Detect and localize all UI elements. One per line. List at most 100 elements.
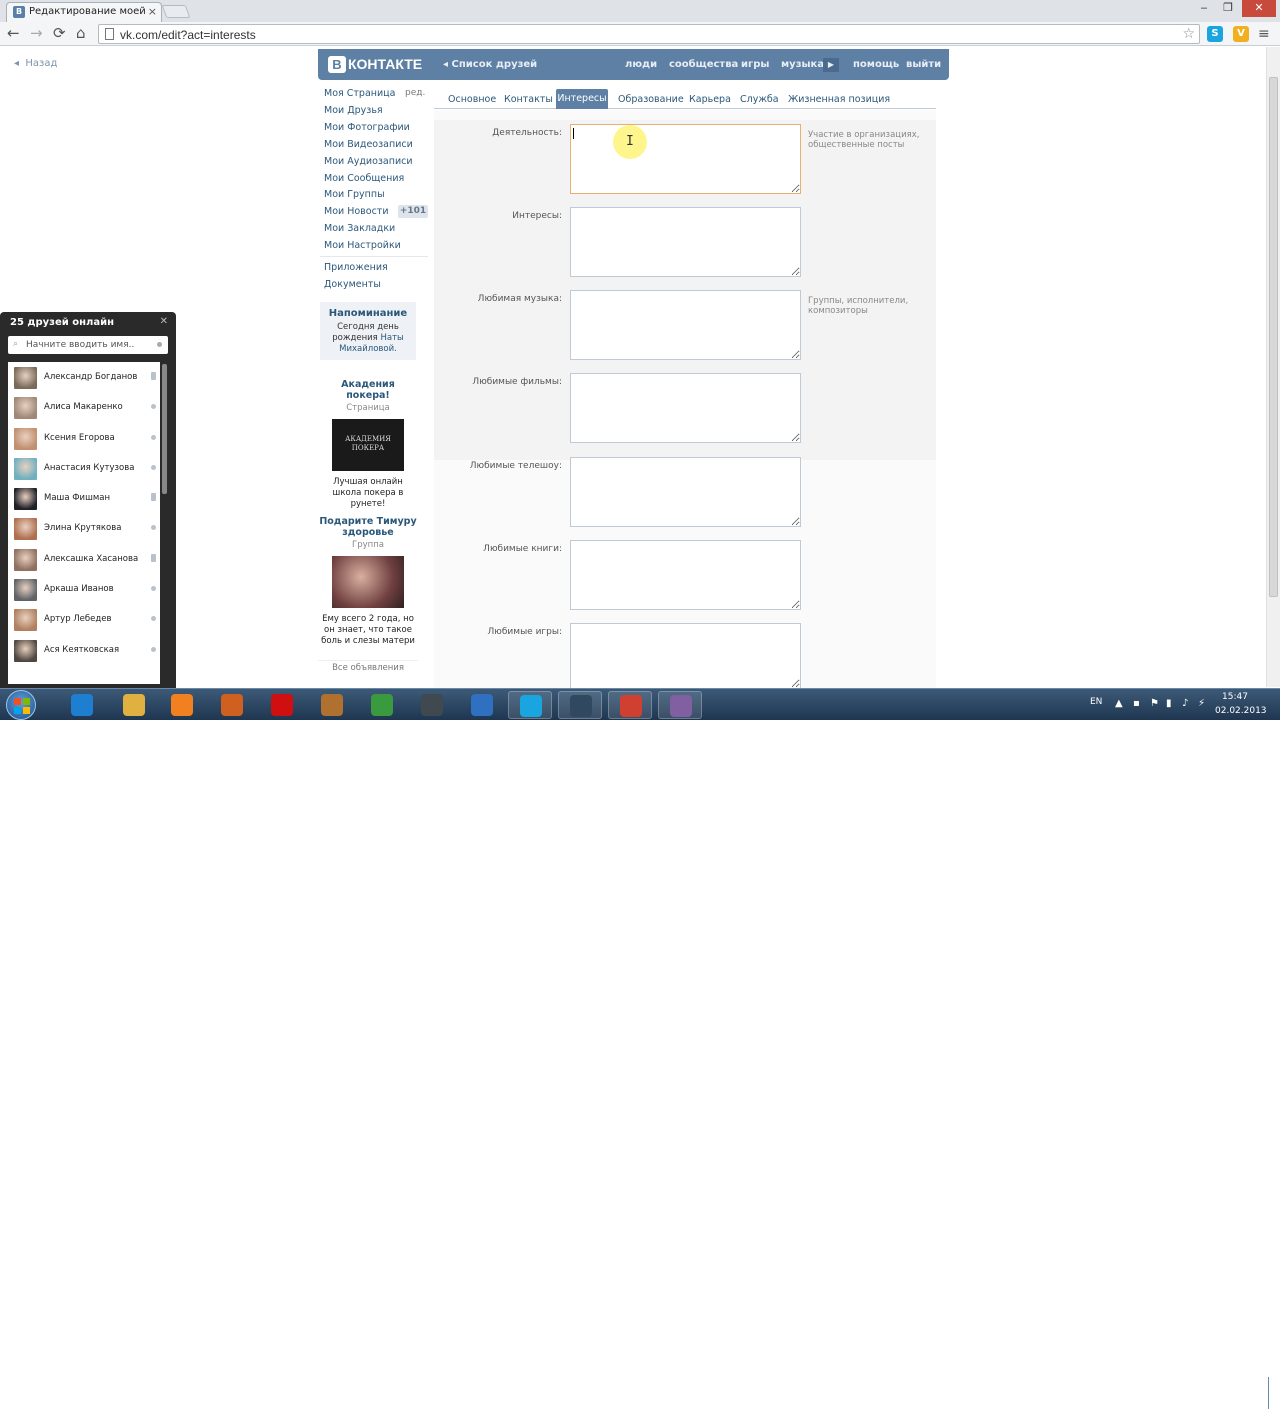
skype-ext-icon[interactable]: S — [1207, 26, 1223, 42]
ad-title[interactable]: Подарите Тимуру здоровье — [318, 516, 418, 538]
monitor-taskbar-button[interactable] — [558, 691, 602, 719]
friend-name[interactable]: Ксения Егорова — [44, 433, 115, 443]
friend-name[interactable]: Алиса Макаренко — [44, 402, 123, 412]
tv-shows-field[interactable] — [570, 457, 801, 527]
movies-field[interactable] — [570, 373, 801, 443]
language-indicator[interactable]: EN — [1090, 697, 1102, 707]
tab-career[interactable]: Карьера — [689, 94, 731, 105]
reload-icon[interactable]: ⟳ — [53, 25, 66, 41]
window-close-button[interactable]: ✕ — [1242, 0, 1276, 17]
ad-image[interactable]: АКАДЕМИЯ ПОКЕРА — [332, 419, 404, 471]
books-field[interactable] — [570, 540, 801, 610]
avatar[interactable] — [14, 427, 37, 450]
scrollbar-thumb[interactable] — [1269, 77, 1278, 597]
friend-name[interactable]: Артур Лебедев — [44, 614, 112, 624]
window-minimize-button[interactable]: ‒ — [1192, 0, 1216, 17]
music-field[interactable] — [570, 290, 801, 360]
forward-arrow-icon[interactable]: → — [30, 25, 43, 41]
header-link-communities[interactable]: сообщества — [669, 59, 738, 70]
avatar[interactable] — [14, 548, 37, 571]
recorder-taskbar-button[interactable] — [658, 691, 702, 719]
ad-block[interactable]: Акадения покера! Страница АКАДЕМИЯ ПОКЕР… — [318, 379, 418, 510]
music-play-icon[interactable]: ▶ — [823, 58, 839, 72]
menu-my-friends[interactable]: Мои Друзья — [324, 105, 383, 116]
friend-name[interactable]: Ася Кеятковская — [44, 645, 119, 655]
clock-date[interactable]: 02.02.2013 — [1215, 706, 1267, 716]
friend-row[interactable]: Алексашка Хасанова — [8, 544, 160, 574]
archive-taskbar-button[interactable] — [310, 691, 354, 719]
settings-taskbar-button[interactable] — [410, 691, 454, 719]
new-tab-button[interactable] — [161, 5, 191, 18]
friends-panel-close-icon[interactable]: ✕ — [160, 316, 168, 327]
browser-menu-icon[interactable]: ≡ — [1258, 26, 1270, 42]
bookmark-star-icon[interactable]: ☆ — [1182, 26, 1195, 42]
menu-my-page[interactable]: Моя Страница — [324, 88, 395, 99]
explorer-taskbar-button[interactable] — [112, 691, 156, 719]
friend-name[interactable]: Элина Крутякова — [44, 523, 121, 533]
friend-row[interactable]: Элина Крутякова — [8, 513, 160, 543]
clock-time[interactable]: 15:47 — [1222, 692, 1248, 702]
browser-tab[interactable]: В Редактирование моей ст × — [6, 2, 162, 22]
avatar[interactable] — [14, 367, 37, 389]
ad-title[interactable]: Акадения покера! — [318, 379, 418, 401]
friend-name[interactable]: Аркаша Иванов — [44, 584, 114, 594]
ad-block[interactable]: Подарите Тимуру здоровье Группа Ему всег… — [318, 516, 418, 647]
avatar[interactable] — [14, 609, 37, 632]
tab-service[interactable]: Служба — [740, 94, 779, 105]
tab-close-icon[interactable]: × — [148, 5, 157, 18]
header-link-help[interactable]: помощь — [853, 59, 899, 70]
avatar[interactable] — [14, 397, 37, 420]
friends-list-link[interactable]: ◂ Список друзей — [443, 59, 537, 70]
back-arrow-icon[interactable]: ← — [7, 25, 20, 41]
tab-interests[interactable]: Интересы — [556, 89, 608, 109]
friend-name[interactable]: Анастасия Кутузова — [44, 463, 134, 473]
avatar[interactable] — [14, 518, 37, 541]
friend-row[interactable]: Александр Богданов — [8, 362, 160, 392]
media-player-taskbar-button[interactable] — [160, 691, 204, 719]
menu-edit-link[interactable]: ред. — [405, 88, 425, 98]
tray-app-icon[interactable]: ▪ — [1133, 698, 1143, 709]
interests-field[interactable] — [570, 207, 801, 277]
start-button[interactable] — [6, 690, 36, 720]
tab-contacts[interactable]: Контакты — [504, 94, 553, 105]
all-ads-link[interactable]: Все объявления — [318, 660, 418, 673]
avatar[interactable] — [14, 488, 37, 511]
avatar[interactable] — [14, 457, 37, 480]
friend-row[interactable]: Маша Фишман — [8, 483, 160, 513]
friend-name[interactable]: Маша Фишман — [44, 493, 110, 503]
friend-name[interactable]: Алексашка Хасанова — [44, 554, 138, 564]
menu-documents[interactable]: Документы — [324, 279, 381, 290]
menu-my-news[interactable]: Мои Новости — [324, 206, 389, 217]
menu-my-settings[interactable]: Мои Настройки — [324, 240, 401, 251]
office-taskbar-button[interactable] — [210, 691, 254, 719]
menu-my-groups[interactable]: Мои Группы — [324, 189, 385, 200]
home-icon[interactable]: ⌂ — [76, 25, 86, 41]
action-center-icon[interactable]: ⚑ — [1150, 698, 1160, 709]
menu-apps[interactable]: Приложения — [324, 262, 388, 273]
friend-row[interactable]: Ксения Егорова — [8, 423, 160, 453]
money-taskbar-button[interactable] — [360, 691, 404, 719]
address-bar[interactable]: vk.com/edit?act=interests ☆ — [98, 24, 1200, 44]
menu-my-bookmarks[interactable]: Мои Закладки — [324, 223, 395, 234]
shield-ext-icon[interactable]: V — [1233, 26, 1249, 42]
friend-name[interactable]: Александр Богданов — [44, 372, 137, 382]
friend-row[interactable]: Анастасия Кутузова — [8, 453, 160, 483]
friend-row[interactable]: Аркаша Иванов — [8, 574, 160, 604]
menu-my-audio[interactable]: Мои Аудиозаписи — [324, 156, 413, 167]
activities-field[interactable] — [570, 124, 801, 194]
power-icon[interactable]: ⚡ — [1198, 698, 1208, 709]
friend-row[interactable]: Артур Лебедев — [8, 604, 160, 634]
tab-basic[interactable]: Основное — [448, 94, 496, 105]
tab-education[interactable]: Образование — [618, 94, 684, 105]
skype-taskbar-button[interactable] — [508, 691, 552, 719]
menu-my-videos[interactable]: Мои Видеозаписи — [324, 139, 413, 150]
menu-my-messages[interactable]: Мои Сообщения — [324, 173, 404, 184]
page-scrollbar[interactable] — [1266, 47, 1280, 687]
window-maximize-button[interactable]: ❐ — [1216, 0, 1240, 17]
tab-life-position[interactable]: Жизненная позиция — [788, 94, 890, 105]
friend-list-scrollbar[interactable] — [162, 364, 167, 494]
friend-row[interactable]: Ася Кеятковская — [8, 635, 160, 665]
show-desktop-button[interactable] — [1268, 1377, 1280, 1409]
chrome-taskbar-button[interactable] — [608, 691, 652, 719]
menu-my-photos[interactable]: Мои Фотографии — [324, 122, 410, 133]
